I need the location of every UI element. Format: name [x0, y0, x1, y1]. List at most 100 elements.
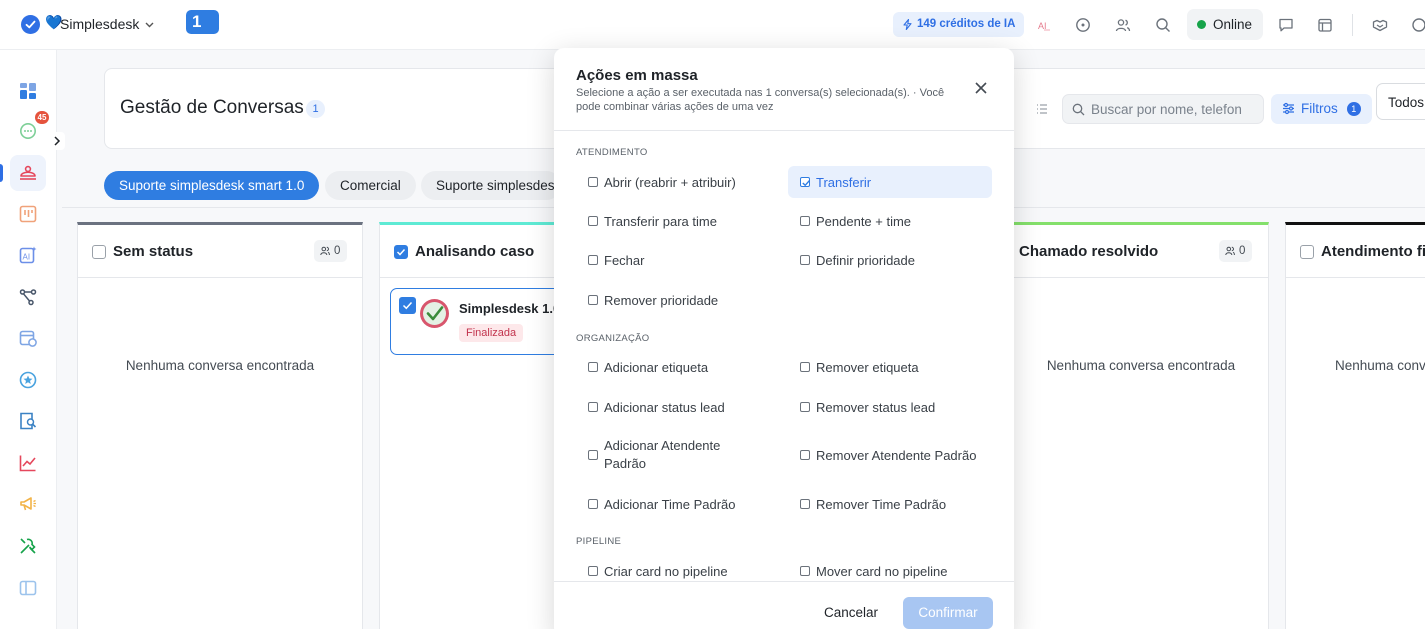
filters-label: Filtros	[1301, 101, 1338, 116]
column-checkbox[interactable]	[1300, 245, 1314, 259]
chevron-down-icon[interactable]	[144, 18, 155, 33]
column-checkbox[interactable]	[394, 245, 408, 259]
confirm-button[interactable]: Confirmar	[903, 597, 993, 629]
empty-state: Nenhuma conversa encontrada	[125, 358, 315, 373]
sidebar-item-dashboard[interactable]	[10, 73, 46, 109]
sidebar-item-tools[interactable]	[10, 528, 46, 564]
column-header: Atendimento fi	[1286, 225, 1425, 278]
search-icon	[1072, 103, 1085, 116]
section-atendimento: ATENDIMENTO	[576, 147, 648, 158]
option-adicionar-status-lead[interactable]: Adicionar status lead	[576, 391, 780, 423]
conversation-name: Simplesdesk 1.0	[459, 301, 561, 316]
modal-title: Ações em massa	[576, 67, 698, 84]
sidebar-item-campaigns[interactable]	[10, 486, 46, 522]
column-header: Sem status 0	[78, 225, 362, 278]
selected-count-badge: 1	[306, 100, 325, 118]
handshake-icon[interactable]	[1367, 12, 1393, 38]
tab-comercial[interactable]: Comercial	[325, 171, 416, 200]
column-count: 0	[1239, 245, 1246, 257]
filters-button[interactable]: Filtros 1	[1271, 94, 1372, 124]
option-remover-atendente[interactable]: Remover Atendente Padrão	[788, 439, 992, 471]
sidebar-item-favorites[interactable]	[10, 362, 46, 398]
close-button[interactable]	[971, 78, 991, 98]
kanban-column: Sem status 0 Nenhuma conversa encontrada	[77, 222, 363, 629]
online-status-toggle[interactable]: Online	[1187, 9, 1264, 40]
column-title: Analisando caso	[415, 243, 535, 260]
sidebar-item-contacts[interactable]	[10, 403, 46, 439]
option-remover-prioridade[interactable]: Remover prioridade	[576, 284, 780, 316]
users-icon	[1225, 246, 1235, 256]
svg-text:AI: AI	[23, 253, 31, 262]
bulk-actions-modal: Ações em massa Selecione a ação a ser ex…	[554, 48, 1014, 629]
search-icon[interactable]	[1150, 12, 1176, 38]
option-fechar[interactable]: Fechar	[576, 244, 780, 276]
option-adicionar-etiqueta[interactable]: Adicionar etiqueta	[576, 351, 780, 383]
kanban-column: Atendimento fi Nenhuma conv	[1285, 222, 1425, 629]
sidebar-item-conversations[interactable]	[10, 155, 46, 191]
sidebar-item-reports[interactable]	[10, 445, 46, 481]
modal-footer: Cancelar Confirmar	[554, 581, 1014, 629]
search-box[interactable]	[1062, 94, 1264, 124]
sidebar-item-ai-assistant[interactable]: AI	[10, 237, 46, 273]
option-adicionar-atendente[interactable]: Adicionar Atendente Padrão	[576, 431, 780, 479]
workspace-name[interactable]: Simplesdesk	[60, 16, 139, 32]
option-transferir-time[interactable]: Transferir para time	[576, 205, 780, 237]
sidebar-item-schedule[interactable]	[10, 320, 46, 356]
empty-state: Nenhuma conversa encontrada	[1046, 358, 1236, 373]
theme-icon[interactable]	[1405, 12, 1425, 38]
column-header: Analisando caso	[380, 225, 579, 278]
column-count: 0	[334, 245, 341, 257]
sidebar-item-flows[interactable]	[10, 279, 46, 315]
online-status-label: Online	[1213, 17, 1253, 32]
kanban-column: Analisando caso Simplesdesk 1.0 Finaliza…	[379, 222, 630, 629]
card-checkbox[interactable]	[399, 297, 416, 314]
tab-suporte-smart[interactable]: Suporte simplesdesk smart 1.0	[104, 171, 320, 200]
modal-description: Selecione a ação a ser executada nas 1 c…	[576, 87, 945, 113]
sidebar-item-kanban[interactable]	[10, 196, 46, 232]
column-count-badge: 0	[314, 240, 348, 262]
sidebar-expand-button[interactable]	[49, 132, 65, 150]
option-remover-status-lead[interactable]: Remover status lead	[788, 391, 992, 423]
status-badge: Finalizada	[459, 324, 524, 342]
tab-suporte-simplesdesk[interactable]: Suporte simplesdes	[421, 171, 561, 200]
option-remover-etiqueta[interactable]: Remover etiqueta	[788, 351, 992, 383]
toolbar-divider	[1352, 14, 1353, 36]
online-dot-icon	[1197, 20, 1206, 29]
lightning-icon	[903, 19, 912, 30]
view-select[interactable]: Todos	[1376, 83, 1425, 120]
search-input[interactable]	[1091, 100, 1259, 118]
option-adicionar-time[interactable]: Adicionar Time Padrão	[576, 488, 780, 520]
option-remover-time[interactable]: Remover Time Padrão	[788, 488, 992, 520]
column-count-badge: 0	[1219, 240, 1253, 262]
ai-translate-icon[interactable]: AI	[1031, 12, 1057, 38]
column-checkbox[interactable]	[92, 245, 106, 259]
cancel-button[interactable]: Cancelar	[814, 597, 888, 629]
option-abrir[interactable]: Abrir (reabrir + atribuir)	[576, 166, 780, 198]
option-pendente-time[interactable]: Pendente + time	[788, 205, 992, 237]
section-pipeline: PIPELINE	[576, 536, 622, 547]
users-icon	[320, 246, 330, 256]
sidebar-item-docs[interactable]	[10, 570, 46, 606]
number-badge[interactable]: 1	[186, 10, 219, 34]
close-icon	[975, 82, 987, 94]
sidebar: 45 AI	[0, 50, 65, 629]
sidebar-item-more[interactable]	[10, 612, 46, 629]
filters-count-badge: 1	[1346, 102, 1361, 116]
ai-credits-badge[interactable]: 149 créditos de IA	[893, 12, 1025, 37]
top-bar: 💙 Simplesdesk 1 149 créditos de IA AI On…	[0, 0, 1425, 50]
avatar	[420, 299, 449, 328]
column-header: Chamado resolvido 0	[1000, 225, 1268, 278]
calendar-icon[interactable]	[1312, 12, 1338, 38]
chat-icon[interactable]	[1273, 12, 1299, 38]
option-definir-prioridade[interactable]: Definir prioridade	[788, 244, 992, 276]
option-transferir[interactable]: Transferir	[788, 166, 992, 198]
sliders-icon	[1283, 102, 1294, 115]
workspace-logo-icon[interactable]	[21, 15, 40, 34]
column-title: Atendimento fi	[1321, 243, 1425, 260]
list-view-icon[interactable]	[1036, 103, 1048, 118]
timer-icon[interactable]	[1070, 12, 1096, 38]
kanban-column: Chamado resolvido 0 Nenhuma conversa enc…	[1000, 222, 1269, 629]
users-icon[interactable]	[1110, 12, 1136, 38]
page-title: Gestão de Conversas	[120, 97, 304, 118]
active-indicator	[0, 164, 3, 182]
